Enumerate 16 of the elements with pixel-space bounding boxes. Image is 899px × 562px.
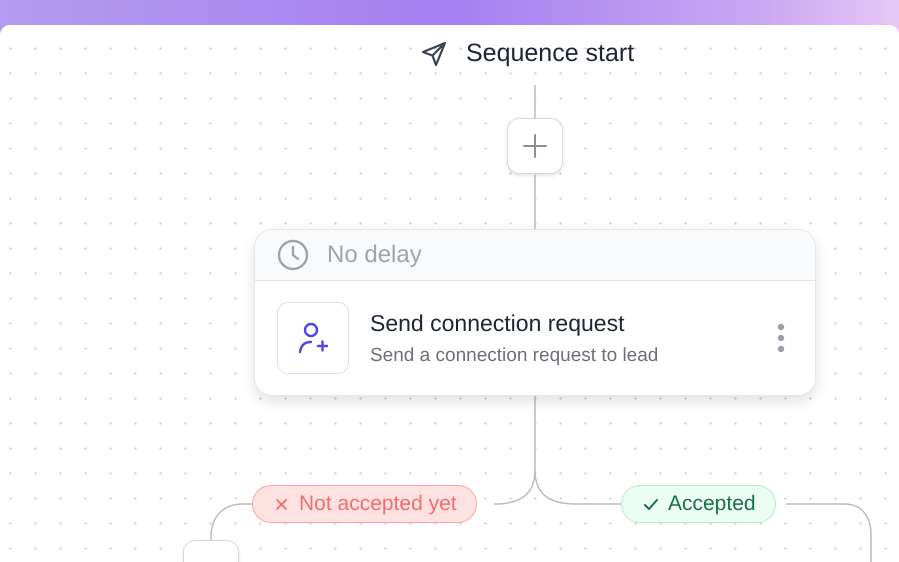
add-step-button[interactable] <box>507 118 563 174</box>
step-card[interactable]: No delay Send connection request Send a connection request to lead <box>254 229 816 396</box>
user-plus-icon <box>298 322 328 354</box>
connector-line <box>210 503 252 540</box>
plus-icon <box>522 133 548 159</box>
more-icon <box>777 323 785 353</box>
delay-label: No delay <box>327 241 422 269</box>
connector-line <box>534 85 536 118</box>
connector-line <box>534 175 536 229</box>
branch-label: Accepted <box>621 485 776 523</box>
step-description: Send a connection request to lead <box>370 344 660 366</box>
branch-label: Not accepted yet <box>252 485 477 523</box>
sequence-start-title: Sequence start <box>466 39 634 68</box>
clock-icon <box>277 239 309 271</box>
step-title: Send connection request <box>370 310 626 336</box>
send-icon <box>420 40 448 68</box>
